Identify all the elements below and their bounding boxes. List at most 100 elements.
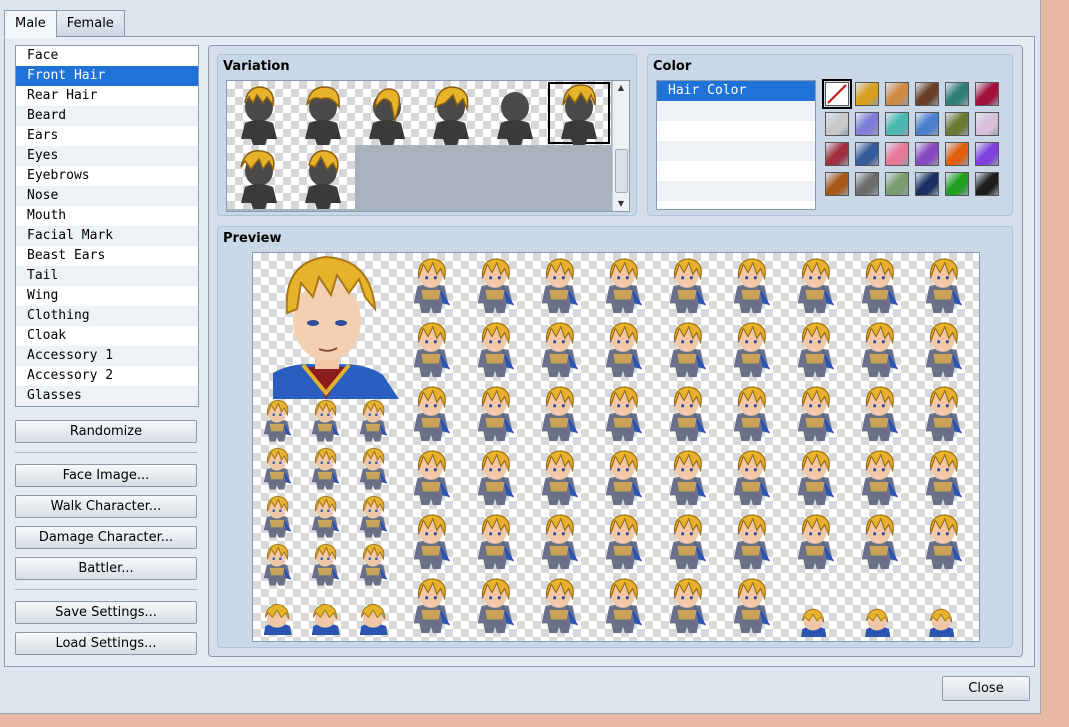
color-target-empty-row xyxy=(657,101,815,121)
tab-female[interactable]: Female xyxy=(55,10,125,37)
character-sprite xyxy=(861,450,899,506)
part-item[interactable]: Facial Mark xyxy=(16,226,198,246)
part-item[interactable]: Mouth xyxy=(16,206,198,226)
part-item[interactable]: Face xyxy=(16,46,198,66)
character-sprite xyxy=(733,258,771,314)
character-sprite xyxy=(359,544,388,586)
variation-thumbnail[interactable] xyxy=(547,81,611,145)
character-sprite xyxy=(861,514,899,570)
color-swatch[interactable] xyxy=(855,142,879,166)
part-item[interactable]: Beast Ears xyxy=(16,246,198,266)
character-sprite xyxy=(359,496,388,538)
color-swatch[interactable] xyxy=(945,142,969,166)
character-silhouette-icon xyxy=(241,86,277,145)
character-sprite xyxy=(861,258,899,314)
divider xyxy=(15,589,197,590)
character-sprite xyxy=(861,386,899,442)
part-item[interactable]: Beard xyxy=(16,106,198,126)
scroll-up-arrow-icon[interactable]: ▲ xyxy=(613,81,629,95)
part-item[interactable]: Wing xyxy=(16,286,198,306)
color-swatch[interactable] xyxy=(885,112,909,136)
variation-thumbnail[interactable] xyxy=(227,81,291,145)
walk-character-button[interactable]: Walk Character... xyxy=(15,495,197,518)
color-swatch[interactable] xyxy=(825,172,849,196)
character-sprite xyxy=(797,514,835,570)
no-color-swatch[interactable] xyxy=(822,79,852,109)
color-target-list[interactable]: Hair Color xyxy=(656,80,816,210)
part-item[interactable]: Clothing xyxy=(16,306,198,326)
character-sprite xyxy=(311,400,340,442)
variation-thumbnail[interactable] xyxy=(355,81,419,145)
color-swatch[interactable] xyxy=(885,82,909,106)
character-sprite xyxy=(311,544,340,586)
part-item[interactable]: Accessory 1 xyxy=(16,346,198,366)
part-item[interactable]: Front Hair xyxy=(16,66,198,86)
part-item[interactable]: Nose xyxy=(16,186,198,206)
color-swatch[interactable] xyxy=(945,172,969,196)
color-target-empty-row xyxy=(657,161,815,181)
damage-character-button[interactable]: Damage Character... xyxy=(15,526,197,549)
color-swatch[interactable] xyxy=(825,112,849,136)
variation-thumbnail[interactable] xyxy=(419,81,483,145)
character-sprite xyxy=(605,386,643,442)
character-sprite xyxy=(861,322,899,378)
tab-male[interactable]: Male xyxy=(4,10,57,38)
character-sprite xyxy=(669,514,707,570)
battler-button[interactable]: Battler... xyxy=(15,557,197,580)
color-swatch[interactable] xyxy=(915,142,939,166)
variation-thumbnail[interactable] xyxy=(291,145,355,209)
color-swatch[interactable] xyxy=(975,112,999,136)
character-sprite xyxy=(541,514,579,570)
randomize-button[interactable]: Randomize xyxy=(15,420,197,443)
character-sprite xyxy=(477,258,515,314)
variation-title: Variation xyxy=(223,59,290,74)
part-item[interactable]: Accessory 2 xyxy=(16,366,198,386)
color-target-item[interactable]: Hair Color xyxy=(657,81,815,101)
variation-panel: Variation ▲ ▼ xyxy=(217,54,637,216)
variation-thumbnail[interactable] xyxy=(291,81,355,145)
character-silhouette-icon xyxy=(433,86,469,145)
color-title: Color xyxy=(653,59,692,74)
color-swatch[interactable] xyxy=(915,112,939,136)
color-swatch[interactable] xyxy=(975,172,999,196)
variation-thumbnail[interactable] xyxy=(227,145,291,209)
close-button[interactable]: Close xyxy=(942,676,1030,701)
color-swatch[interactable] xyxy=(825,142,849,166)
part-item[interactable]: Tail xyxy=(16,266,198,286)
color-swatch[interactable] xyxy=(855,82,879,106)
color-swatch[interactable] xyxy=(915,172,939,196)
face-image-button[interactable]: Face Image... xyxy=(15,464,197,487)
part-item[interactable]: Eyebrows xyxy=(16,166,198,186)
part-item[interactable]: Glasses xyxy=(16,386,198,406)
character-sprite xyxy=(413,322,451,378)
character-sprite xyxy=(541,578,579,634)
character-sprite xyxy=(311,496,340,538)
color-swatch[interactable] xyxy=(945,112,969,136)
character-sprite xyxy=(605,578,643,634)
character-sprite xyxy=(925,322,963,378)
character-sprite xyxy=(541,386,579,442)
color-swatch[interactable] xyxy=(975,82,999,106)
part-item[interactable]: Ears xyxy=(16,126,198,146)
scroll-down-arrow-icon[interactable]: ▼ xyxy=(613,197,629,211)
part-item[interactable]: Cloak xyxy=(16,326,198,346)
color-swatch[interactable] xyxy=(855,112,879,136)
variation-thumbnail[interactable] xyxy=(483,81,547,145)
variation-scrollbar[interactable]: ▲ ▼ xyxy=(612,81,629,211)
color-swatch[interactable] xyxy=(885,172,909,196)
character-sprite xyxy=(477,386,515,442)
color-swatch[interactable] xyxy=(975,142,999,166)
divider xyxy=(15,452,197,453)
load-settings-button[interactable]: Load Settings... xyxy=(15,632,197,655)
part-item[interactable]: Rear Hair xyxy=(16,86,198,106)
character-sprite xyxy=(413,450,451,506)
color-swatch[interactable] xyxy=(945,82,969,106)
scrollbar-thumb[interactable] xyxy=(615,149,628,193)
color-swatch[interactable] xyxy=(915,82,939,106)
part-item[interactable]: Eyes xyxy=(16,146,198,166)
save-settings-button[interactable]: Save Settings... xyxy=(15,601,197,624)
color-swatch[interactable] xyxy=(855,172,879,196)
generator-window: Male Female Face Front Hair Rear Hair Beard… xyxy=(0,0,1041,714)
parts-list[interactable]: Face Front Hair Rear Hair Beard Ears Eyes Eyeb… xyxy=(15,45,199,407)
color-swatch[interactable] xyxy=(885,142,909,166)
